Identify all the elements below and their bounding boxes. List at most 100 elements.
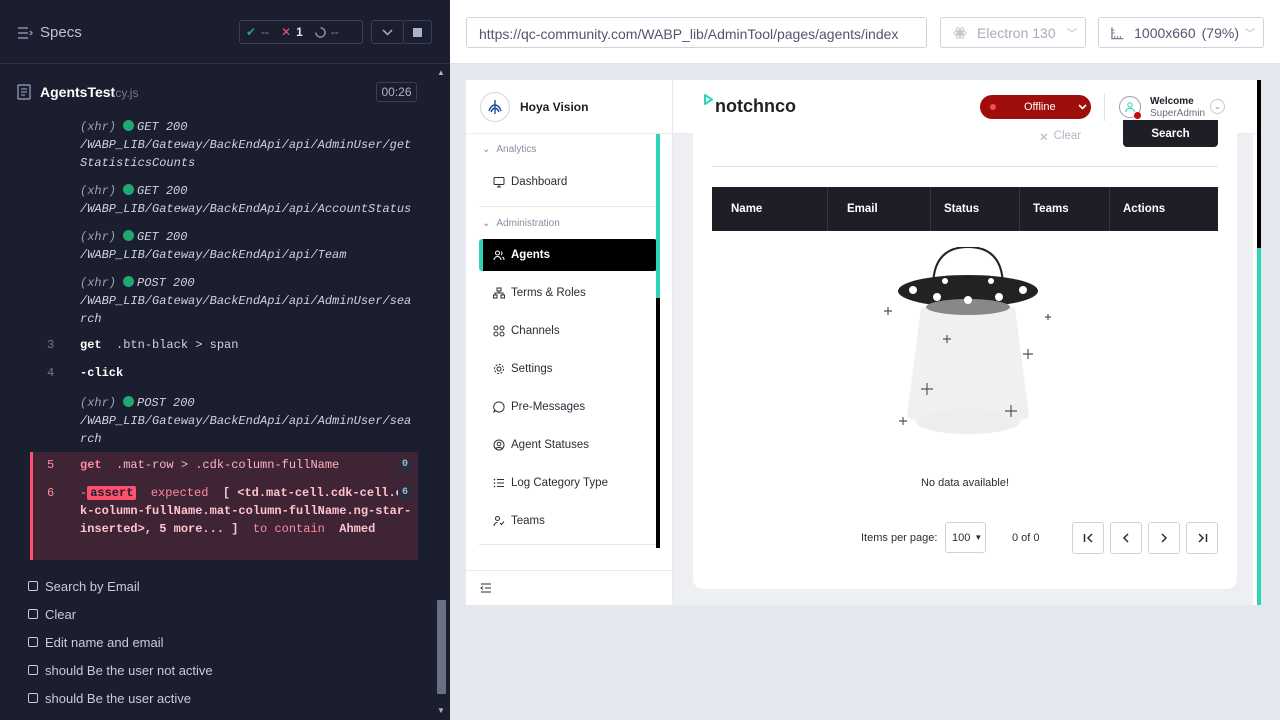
test-item[interactable]: Edit name and email (28, 632, 164, 652)
viewport-info[interactable]: 1000x660 (79%) ﹀ (1098, 17, 1264, 48)
column-header-teams[interactable]: Teams (1020, 187, 1110, 231)
sidebar-item-terms-roles[interactable]: Terms & Roles (479, 277, 657, 309)
app-logo[interactable]: notchnco (703, 94, 796, 117)
agent-status-dropdown[interactable]: Offline (980, 95, 1091, 119)
url-bar[interactable]: https://qc-community.com/WABP_lib/AdminT… (466, 17, 927, 48)
logo-mark-icon (704, 94, 713, 105)
sidebar-item-settings[interactable]: Settings (479, 353, 657, 385)
spec-file-name: AgentsTest (40, 84, 116, 100)
command-name: -click (80, 366, 124, 380)
last-page-icon (1197, 533, 1207, 543)
nav-section-administration[interactable]: ⌄ Administration (482, 218, 560, 229)
user-circle-icon (493, 439, 505, 451)
test-stats: ✔ -- ✕ 1 -- (239, 20, 363, 44)
xhr-tag: (xhr) (80, 230, 117, 244)
items-per-page-select[interactable]: 100 ▼ (945, 522, 986, 553)
first-page-button[interactable] (1072, 522, 1104, 554)
hierarchy-icon (493, 287, 505, 299)
browser-selector[interactable]: Electron 130 ﹀ (940, 17, 1086, 48)
paginator: Items per page: 100 ▼ 0 of 0 (693, 522, 1237, 554)
chevron-down-icon: ﹀ (1067, 29, 1077, 40)
nav-divider (479, 544, 657, 545)
pending-stat: -- (309, 21, 345, 43)
collapse-menu-icon[interactable] (480, 582, 492, 594)
last-page-button[interactable] (1186, 522, 1218, 554)
test-title: should Be the user not active (45, 662, 213, 678)
user-icon (1125, 102, 1135, 113)
cross-icon: ✕ (281, 25, 292, 39)
viewport-zoom: (79%) (1201, 24, 1239, 41)
header-divider (1104, 93, 1105, 121)
specs-list-icon[interactable] (17, 25, 33, 41)
stop-button[interactable] (404, 20, 432, 44)
pending-test-icon (28, 637, 38, 647)
command-selector: .mat-row > .cdk-column-fullName (116, 458, 340, 472)
sidebar-item-label: Pre-Messages (511, 401, 586, 413)
test-item[interactable]: should Be the user active (28, 688, 191, 708)
stop-icon (413, 27, 422, 37)
status-dot-icon (123, 276, 135, 287)
sidebar-item-agents[interactable]: Agents (479, 239, 657, 271)
dropdown-arrow-icon: ▼ (974, 533, 983, 542)
assert-target: Ahmed (339, 522, 376, 536)
sidebar-item-dashboard[interactable]: Dashboard (479, 166, 657, 198)
sidebar-item-channels[interactable]: Channels (479, 315, 657, 347)
electron-icon (953, 26, 967, 39)
first-page-icon (1083, 533, 1093, 543)
search-button[interactable]: Search (1123, 120, 1218, 147)
sidebar-item-agent-statuses[interactable]: Agent Statuses (479, 429, 657, 461)
sidebar-item-label: Agent Statuses (511, 439, 589, 451)
previous-page-button[interactable] (1110, 522, 1142, 554)
chevron-left-icon (1122, 533, 1129, 543)
scroll-down-arrow-icon[interactable]: ▼ (437, 706, 445, 715)
xhr-method: GET 200 (137, 120, 188, 134)
xhr-url: /WABP_LIB/Gateway/BackEndApi/api/Account… (80, 202, 412, 216)
test-item[interactable]: Clear (28, 604, 76, 624)
command-log: (xhr) GET 200 /WABP_LIB/Gateway/BackEndAp… (30, 114, 418, 560)
spec-duration: 00:26 (376, 82, 417, 102)
pending-test-icon (28, 609, 38, 619)
passed-count: -- (261, 25, 270, 39)
specs-label[interactable]: Specs (40, 24, 82, 41)
nav-section-analytics[interactable]: ⌄ Analytics (482, 144, 536, 155)
assert-expected-word: expected (150, 486, 209, 500)
column-header-status[interactable]: Status (931, 187, 1020, 231)
command-name: get (80, 338, 102, 352)
sidebar-item-log-category-type[interactable]: Log Category Type (479, 467, 657, 499)
spec-file-header[interactable]: AgentsTest .cy.js (0, 78, 430, 106)
column-header-actions[interactable]: Actions (1110, 187, 1218, 231)
xhr-tag: (xhr) (80, 120, 117, 134)
section-label: Analytics (496, 144, 537, 155)
pending-test-icon (28, 581, 38, 591)
sidebar-scrollbar-thumb[interactable] (656, 134, 660, 298)
status-dot-icon (990, 104, 996, 110)
brand-header: Hoya Vision (466, 80, 673, 134)
assert-badge: assert (87, 486, 137, 500)
test-item[interactable]: should Be the user not active (28, 660, 213, 680)
scroll-up-arrow-icon[interactable]: ▲ (437, 68, 445, 77)
next-page-button[interactable] (1148, 522, 1180, 554)
sidebar-item-label: Teams (511, 515, 545, 527)
user-status-dot (1134, 112, 1141, 119)
column-header-email[interactable]: Email (828, 187, 931, 231)
xhr-method: GET 200 (137, 184, 188, 198)
user-menu-chevron-icon[interactable]: ⌄ (1210, 99, 1225, 114)
team-icon (493, 516, 505, 527)
nav-divider (479, 206, 657, 207)
table-header: Name Email Status Teams Actions (712, 187, 1218, 231)
chevron-down-icon: ⌄ (482, 218, 491, 229)
failed-count: 1 (296, 25, 303, 39)
sidebar-item-teams[interactable]: Teams (479, 505, 657, 537)
test-item[interactable]: Search by Email (28, 576, 140, 596)
sidebar-item-pre-messages[interactable]: Pre-Messages (479, 391, 657, 423)
aut-header: https://qc-community.com/WABP_lib/AdminT… (450, 0, 1280, 64)
document-icon (17, 84, 31, 100)
pending-circle-icon (314, 26, 326, 38)
scrollbar-thumb[interactable] (437, 600, 446, 694)
status-label: Offline (1024, 101, 1056, 113)
test-title: Edit name and email (45, 634, 164, 650)
toggle-auto-scroll-button[interactable] (371, 20, 404, 44)
xhr-method: GET 200 (137, 230, 188, 244)
clear-button[interactable]: ✕ Clear (1039, 130, 1081, 144)
column-header-name[interactable]: Name (712, 187, 828, 231)
